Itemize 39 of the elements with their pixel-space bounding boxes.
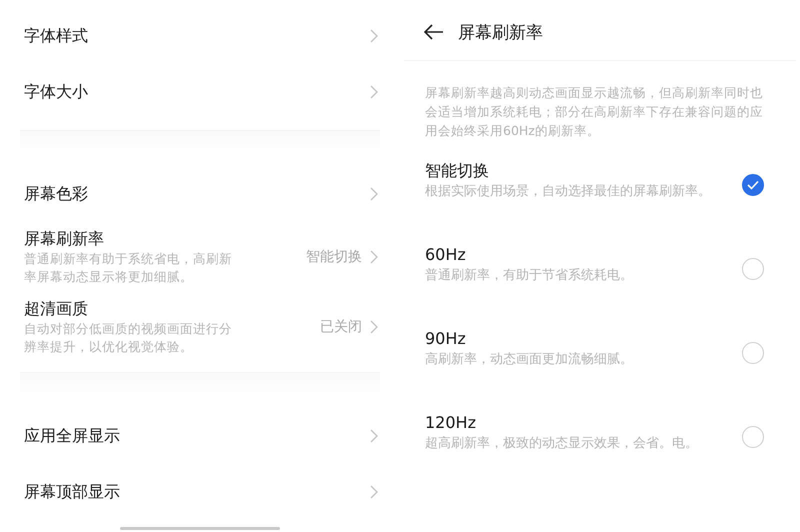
item-label: 屏幕色彩 <box>24 183 89 205</box>
chevron-icon <box>370 85 378 99</box>
chevron-icon <box>370 29 378 43</box>
settings-item[interactable]: 字体大小 <box>0 64 400 120</box>
settings-item[interactable]: 屏幕色彩 <box>0 166 400 222</box>
chevron-icon <box>370 485 378 499</box>
option-label: 120Hz <box>425 412 477 434</box>
item-label: 屏幕刷新率 <box>24 228 105 250</box>
item-description: 普通刷新率有助于系统省电，高刷新率屏幕动态显示将更加细腻。 <box>24 250 233 286</box>
home-indicator[interactable] <box>120 527 280 530</box>
item-label: 字体样式 <box>24 25 89 47</box>
item-label: 应用全屏显示 <box>24 425 121 447</box>
option-description: 普通刷新率，有助于节省系统耗电。 <box>425 266 634 285</box>
page-title: 屏幕刷新率 <box>458 22 543 44</box>
back-icon[interactable] <box>424 24 444 40</box>
settings-item[interactable]: 字体样式 <box>0 8 400 64</box>
settings-item[interactable]: 超清画质 自动对部分低画质的视频画面进行分辨率提升，以优化视觉体验。 已关闭 <box>0 292 400 362</box>
settings-item[interactable]: 屏幕刷新率 普通刷新率有助于系统省电，高刷新率屏幕动态显示将更加细腻。 智能切换 <box>0 222 400 292</box>
chevron-icon <box>370 187 378 201</box>
option-description: 超高刷新率，极致的动态显示效果，会省。电。 <box>425 435 699 453</box>
chevron-icon <box>370 429 378 443</box>
settings-item[interactable]: 屏幕顶部显示 <box>0 464 400 520</box>
option-label: 智能切换 <box>425 160 490 182</box>
chevron-icon <box>370 250 378 264</box>
settings-item[interactable]: 应用全屏显示 <box>0 408 400 464</box>
item-label: 字体大小 <box>24 81 89 103</box>
option-label: 60Hz <box>425 244 467 266</box>
check-icon <box>747 180 759 190</box>
item-label: 超清画质 <box>24 298 89 320</box>
item-label: 屏幕顶部显示 <box>24 481 121 503</box>
item-value: 已关闭 <box>320 318 362 336</box>
item-description: 自动对部分低画质的视频画面进行分辨率提升，以优化视觉体验。 <box>24 320 233 356</box>
option-description: 根据实际使用场景，自动选择最佳的屏幕刷新率。 <box>425 183 712 201</box>
item-value: 智能切换 <box>306 248 362 266</box>
radio-button[interactable] <box>742 174 764 196</box>
option-description: 高刷新率，动态画面更加流畅细腻。 <box>425 351 634 369</box>
option-label: 90Hz <box>425 328 467 350</box>
chevron-icon <box>370 320 378 334</box>
intro-text: 屏幕刷新率越高则动态画面显示越流畅，但高刷新率同时也会适当增加系统耗电；部分在高刷新率下存在兼容问题的应用会始终采用60Hz的刷新率。 <box>424 84 764 140</box>
